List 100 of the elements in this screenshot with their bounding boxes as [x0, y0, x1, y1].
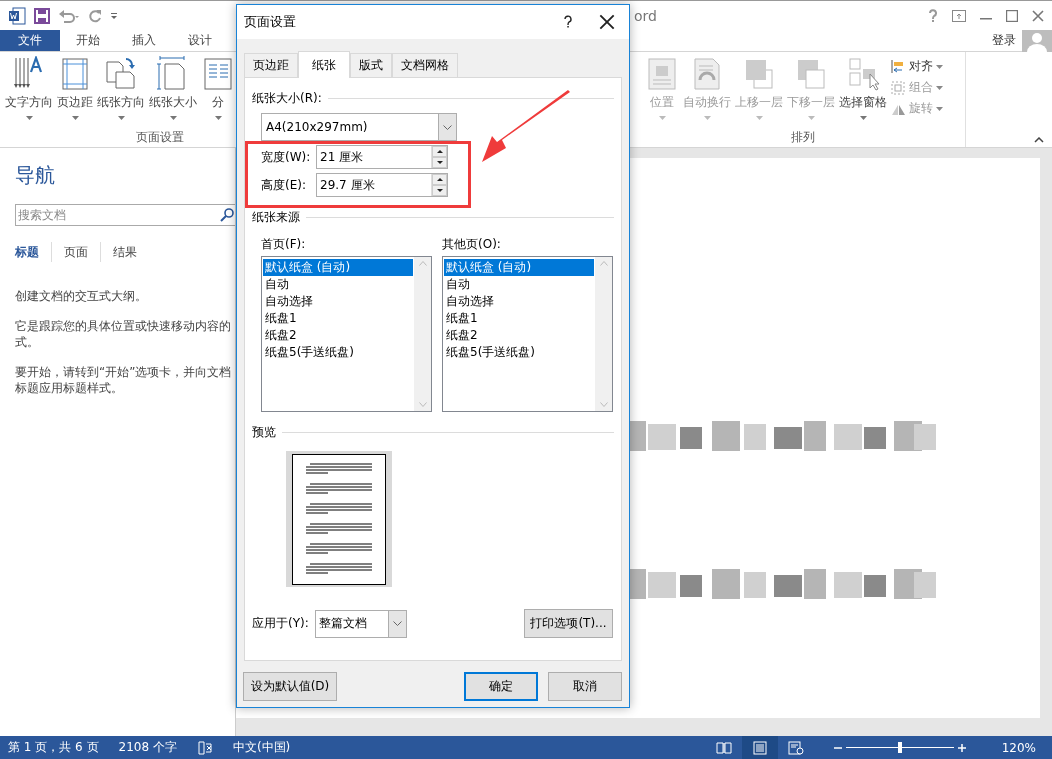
spin-up-icon[interactable]	[436, 150, 443, 153]
help-text: 要开始，请转到“开始”选项卡，并向文档	[15, 364, 233, 380]
zoom-level[interactable]: 120%	[986, 740, 1052, 755]
caret-icon	[859, 116, 867, 120]
list-item[interactable]: 自动	[444, 276, 594, 293]
list-item[interactable]: 自动	[263, 276, 413, 293]
width-field[interactable]: 21 厘米	[316, 145, 448, 169]
caret-icon	[25, 116, 33, 120]
align-icon	[890, 58, 906, 75]
orientation-icon	[104, 56, 138, 92]
file-tab[interactable]: 文件	[0, 30, 60, 51]
ribbon-button[interactable]: 纸张方向	[96, 56, 146, 130]
ribbon-display-icon[interactable]	[952, 9, 966, 22]
apply-to-dropdown[interactable]: 整篇文档	[315, 609, 407, 638]
tray-list[interactable]: 默认纸盒 (自动) 自动 自动选择 纸盘1 纸盘2 纸盘5(手送纸盘)	[261, 256, 432, 412]
list-item[interactable]: 默认纸盒 (自动)	[263, 259, 413, 276]
dialog-tab[interactable]: 文档网格	[392, 53, 458, 77]
read-mode-icon	[716, 740, 732, 755]
list-item[interactable]: 默认纸盒 (自动)	[444, 259, 594, 276]
print-layout-icon	[752, 740, 768, 755]
ribbon-button[interactable]: 选择窗格	[838, 56, 888, 130]
help-text: 创建文档的交互式大纲。	[15, 288, 148, 304]
ribbon-button[interactable]: 纸张大小	[148, 56, 198, 130]
web-layout-icon	[788, 740, 804, 755]
group-icon	[890, 79, 906, 96]
section-label: 预览	[252, 424, 276, 441]
section-label: 纸张大小(R):	[252, 90, 322, 107]
dialog-tab[interactable]: 版式	[350, 53, 392, 77]
view-button[interactable]	[742, 736, 778, 759]
maximize-icon[interactable]	[1006, 9, 1018, 22]
pane-tab[interactable]: 页面	[64, 242, 101, 262]
dialog-tab[interactable]: 纸张	[298, 51, 350, 78]
avatar-icon	[1022, 29, 1052, 52]
search-field[interactable]: 搜索文档	[15, 204, 235, 226]
list-label: 首页(F):	[261, 236, 307, 250]
caret-icon	[214, 116, 222, 120]
page-count: 第 1 页，共 6 页	[8, 739, 99, 756]
field-label: 宽度(W):	[261, 148, 312, 166]
list-item[interactable]: 纸盘5(手送纸盘)	[263, 344, 413, 361]
list-item[interactable]: 纸盘2	[444, 327, 594, 344]
caret-icon	[807, 116, 815, 120]
caret-icon	[658, 116, 666, 120]
collapse-ribbon-icon[interactable]	[1034, 137, 1044, 143]
ribbon-button[interactable]: 页边距	[56, 56, 94, 130]
word-count: 2108 个字	[118, 739, 177, 756]
paper-size-dropdown[interactable]: A4(210x297mm)	[261, 113, 457, 141]
slider-thumb[interactable]	[898, 742, 902, 753]
list-item[interactable]: 纸盘1	[444, 310, 594, 327]
list-item[interactable]: 纸盘2	[263, 327, 413, 344]
zoom-in-icon[interactable]	[958, 743, 966, 752]
list-item[interactable]: 自动选择	[263, 293, 413, 310]
search-icon[interactable]	[220, 208, 234, 222]
columns-icon	[201, 56, 235, 92]
ribbon-tab[interactable]: 设计	[172, 30, 228, 51]
chevron-down-icon	[443, 124, 452, 130]
selection-icon	[846, 56, 880, 92]
pane-tab[interactable]: 结果	[113, 242, 149, 262]
pane-tab[interactable]: 标题	[15, 242, 52, 262]
sign-in-link[interactable]: 登录	[992, 32, 1016, 49]
set-default-button[interactable]: 设为默认值(D)	[243, 672, 337, 701]
list-label: 其他页(O):	[442, 236, 502, 250]
spin-down-icon[interactable]	[436, 161, 443, 164]
window-title: ord	[634, 7, 657, 24]
list-item[interactable]: 纸盘5(手送纸盘)	[444, 344, 594, 361]
cancel-button[interactable]: 取消	[548, 672, 622, 701]
caret-icon	[936, 85, 943, 90]
word-app-icon	[8, 6, 26, 25]
chevron-down-icon	[393, 621, 402, 626]
ok-button[interactable]: 确定	[464, 672, 538, 701]
ribbon-button[interactable]: 分	[200, 56, 236, 130]
help-icon[interactable]	[563, 15, 573, 29]
help-text: 标题应用标题样式。	[15, 380, 124, 396]
section-label: 纸张来源	[252, 209, 300, 226]
dialog-title: 页面设置	[244, 13, 296, 31]
ribbon-tab[interactable]: 开始	[60, 30, 116, 51]
proofing-icon[interactable]	[196, 740, 213, 755]
language-label[interactable]: 中文(中国)	[232, 739, 291, 756]
redo-icon[interactable]	[88, 8, 102, 23]
customize-toolbar-icon[interactable]	[110, 11, 118, 20]
help-text: 它是跟踪您的具体位置或快速移动内容的	[15, 318, 232, 334]
save-icon[interactable]	[34, 7, 50, 24]
caret-icon	[703, 116, 711, 120]
print-options-button[interactable]: 打印选项(T)...	[524, 609, 613, 638]
help-text: 式。	[15, 334, 40, 350]
spin-down-icon[interactable]	[436, 189, 443, 192]
caret-icon	[169, 116, 177, 120]
caret-icon	[755, 116, 763, 120]
ribbon-tab[interactable]: 插入	[116, 30, 172, 51]
close-icon[interactable]	[599, 14, 615, 30]
ribbon-button[interactable]: 对齐	[890, 58, 943, 75]
tray-list[interactable]: 默认纸盒 (自动) 自动 自动选择 纸盘1 纸盘2 纸盘5(手送纸盘)	[442, 256, 613, 412]
undo-icon[interactable]	[58, 8, 80, 23]
ribbon-button[interactable]: 文字方向	[4, 56, 54, 130]
spin-up-icon[interactable]	[436, 178, 443, 181]
list-item[interactable]: 自动选择	[444, 293, 594, 310]
caret-icon	[936, 64, 943, 69]
height-field[interactable]: 29.7 厘米	[316, 173, 448, 197]
field-label: 高度(E):	[261, 176, 307, 194]
dialog-tab[interactable]: 页边距	[244, 53, 298, 77]
list-item[interactable]: 纸盘1	[263, 310, 413, 327]
